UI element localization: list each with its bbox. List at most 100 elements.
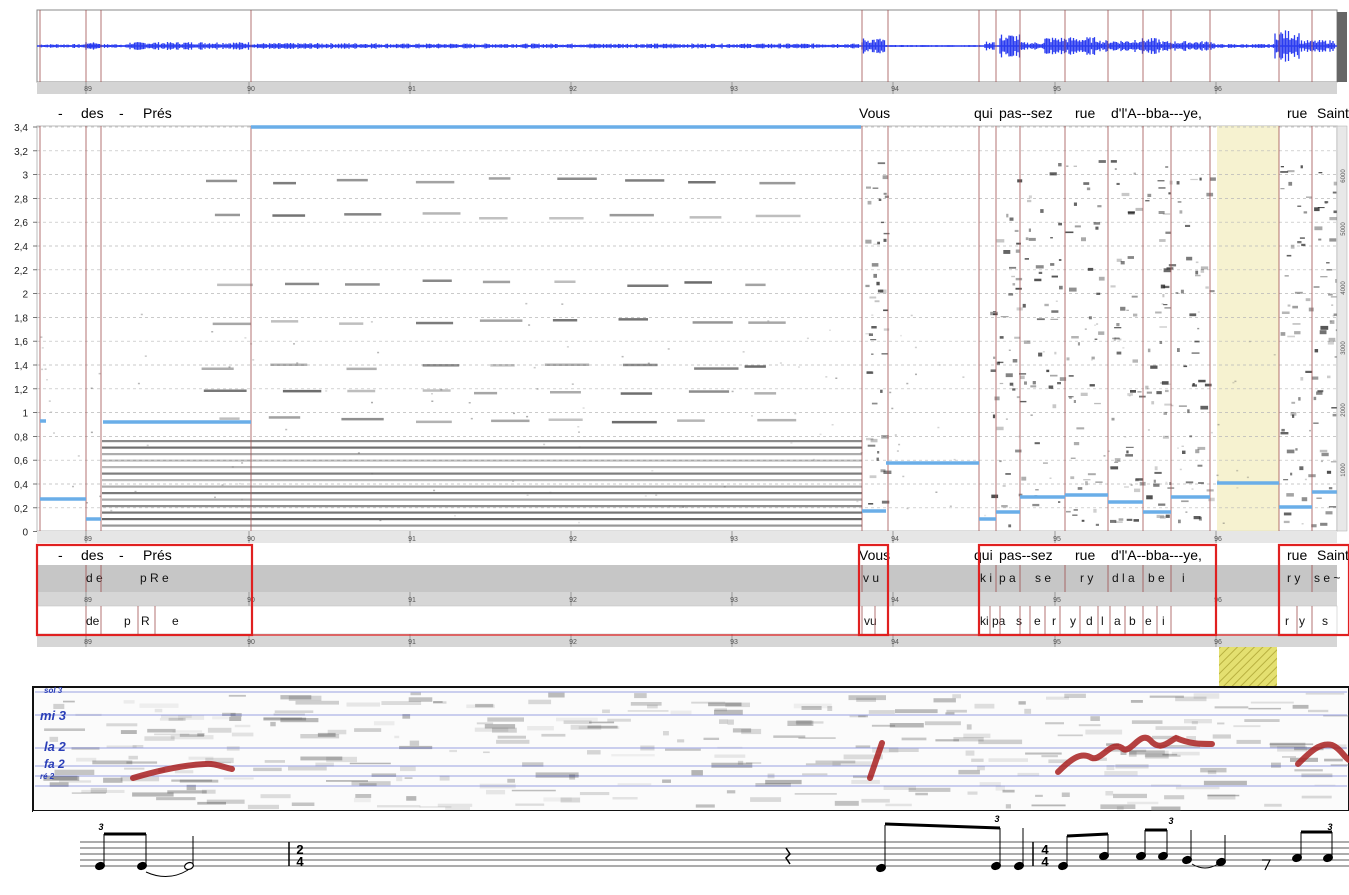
- y-axis-label: 2,6: [14, 218, 28, 229]
- noise-speck: [285, 428, 288, 431]
- timeline-tick-label: 90: [247, 639, 255, 646]
- formant-speck: [999, 382, 1004, 385]
- noise-speck: [549, 491, 552, 494]
- formant-speck: [1280, 166, 1284, 168]
- pitch-texture-band: [1282, 756, 1296, 758]
- spectrogram-timeline[interactable]: [37, 531, 1337, 543]
- pitch-texture-band: [1330, 764, 1349, 766]
- lyric-word: qui: [974, 547, 993, 563]
- lyric-word: Vous: [859, 105, 890, 121]
- formant-speck: [871, 263, 879, 267]
- selection-highlight[interactable]: [1217, 126, 1279, 531]
- pitch-texture-band: [885, 803, 912, 807]
- pitch-texture-band: [264, 760, 285, 763]
- harmonic-streak: [694, 367, 739, 370]
- formant-speck: [1314, 349, 1319, 353]
- formant-speck: [1121, 192, 1130, 197]
- waveform-timeline[interactable]: [37, 82, 1337, 94]
- formant-speck: [1126, 450, 1129, 454]
- pitch-texture-band: [726, 790, 736, 794]
- phonetic-row-2[interactable]: [36, 605, 1338, 635]
- pitch-texture-band: [714, 754, 746, 758]
- pitch-texture-band: [1212, 734, 1231, 739]
- formant-speck: [1185, 481, 1194, 484]
- formant-speck: [1015, 277, 1023, 281]
- formant-speck: [1097, 205, 1102, 208]
- formant-speck: [1005, 473, 1011, 475]
- noise-speck: [371, 472, 374, 475]
- noise-speck: [1191, 488, 1194, 490]
- pitch-texture-band: [487, 717, 524, 722]
- noise-speck: [937, 426, 940, 429]
- notation-panel[interactable]: [33, 811, 1349, 895]
- phonetic-label: e: [172, 614, 179, 628]
- harmonic-streak: [219, 417, 240, 420]
- noise-speck: [794, 412, 797, 415]
- harmonic-streak: [548, 418, 583, 421]
- formant-speck: [1330, 461, 1337, 463]
- noise-speck: [896, 450, 899, 452]
- hatched-selection[interactable]: [1219, 647, 1277, 687]
- pitch-texture-band: [511, 789, 556, 792]
- noise-speck: [898, 443, 901, 446]
- harmonic-streak: [620, 392, 653, 395]
- phonetic-timeline[interactable]: [37, 592, 1337, 606]
- y-axis-label: 0,4: [14, 480, 28, 491]
- phonetic-label: a: [1114, 614, 1121, 628]
- phonetic-row-1[interactable]: [37, 565, 1337, 592]
- formant-speck: [1028, 228, 1031, 232]
- pitch-texture-band: [373, 721, 395, 726]
- noise-speck: [238, 482, 241, 485]
- pitch-texture-band: [579, 792, 610, 796]
- formant-speck: [1080, 392, 1088, 396]
- pitch-texture-band: [1017, 772, 1040, 776]
- waveform-scrollbar[interactable]: [1337, 12, 1347, 82]
- noise-speck: [1042, 351, 1045, 353]
- pitch-texture-band: [977, 765, 985, 771]
- formant-speck: [867, 444, 876, 447]
- noise-speck: [577, 426, 580, 428]
- formant-speck: [1147, 193, 1152, 197]
- pitch-texture-band: [617, 783, 652, 786]
- formant-speck: [1313, 286, 1320, 288]
- pitch-texture-band: [408, 697, 433, 702]
- annotation-workspace[interactable]: 89 90 91 92 93 94 95 96 - des - Prés Vous qui pas--se…: [0, 0, 1349, 895]
- pitch-texture-band: [670, 710, 692, 715]
- formant-speck: [1182, 450, 1186, 454]
- pitch-texture-band: [1005, 804, 1011, 809]
- timeline-tick-label: 89: [84, 536, 92, 543]
- pitch-texture-band: [353, 797, 371, 803]
- formant-speck: [1313, 396, 1317, 401]
- noise-speck: [1232, 381, 1235, 384]
- pitch-texture-band: [965, 750, 975, 756]
- timeline-tick-label: 91: [408, 536, 416, 543]
- formant-speck: [1050, 318, 1059, 320]
- pitch-texture-band: [1105, 791, 1114, 796]
- pitch-texture-band: [399, 745, 433, 750]
- lyric-word: rue: [1075, 547, 1095, 563]
- formant-speck: [1124, 486, 1129, 488]
- spectrogram-panel[interactable]: [36, 125, 1338, 532]
- pitch-texture-band: [665, 748, 701, 751]
- pitch-texture-band: [188, 756, 214, 760]
- noise-speck: [1147, 497, 1149, 499]
- pitch-texture-band: [1131, 720, 1163, 724]
- pitch-texture-band: [263, 717, 303, 720]
- noise-speck: [668, 505, 671, 507]
- formant-speck: [866, 186, 871, 189]
- formant-speck: [871, 402, 878, 405]
- pitch-texture-band: [1127, 801, 1159, 805]
- pitch-texture-band: [1292, 704, 1309, 709]
- formant-speck: [1014, 336, 1021, 339]
- timeline-tick-label: 92: [569, 86, 577, 93]
- formant-speck: [1300, 377, 1304, 381]
- noise-speck: [819, 433, 822, 436]
- formant-speck: [1318, 172, 1323, 174]
- harmonic-band: [102, 446, 862, 449]
- formant-speck: [1120, 261, 1125, 265]
- timeline-tick-label: 96: [1214, 86, 1222, 93]
- formant-speck: [1091, 356, 1095, 360]
- pitch-texture-band: [958, 769, 980, 775]
- formant-speck: [1177, 348, 1180, 352]
- formant-speck: [1081, 237, 1086, 242]
